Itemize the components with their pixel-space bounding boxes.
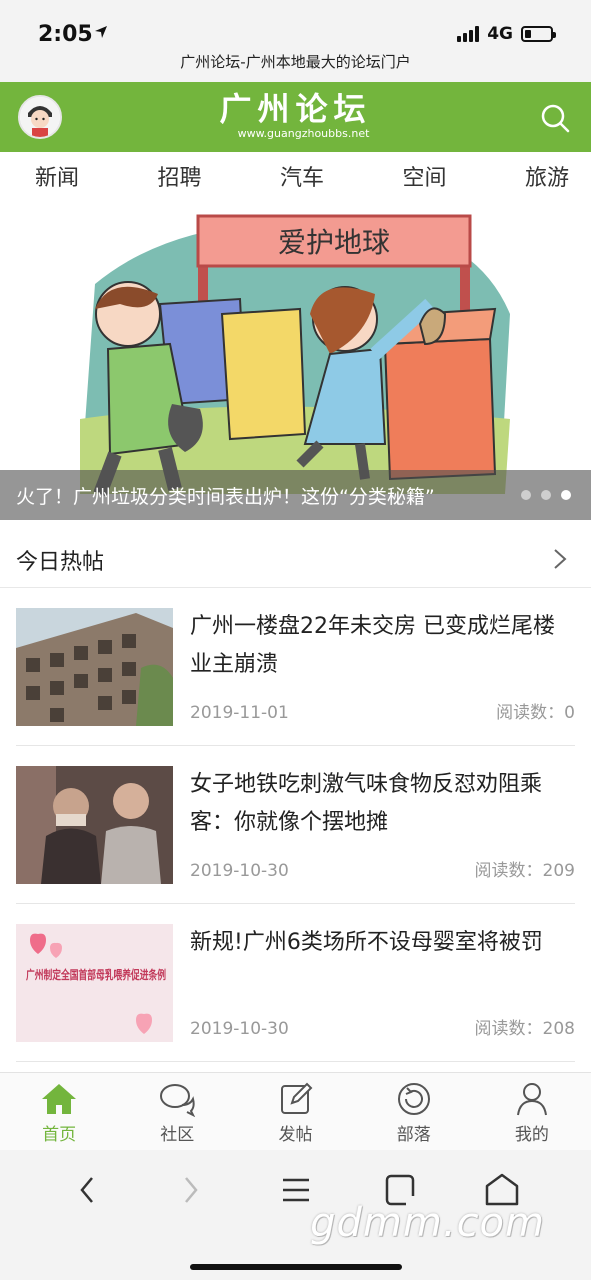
tabbar-home[interactable]: 首页 [0,1073,118,1150]
category-tabs: 新闻 招聘 汽车 空间 旅游 [0,152,591,200]
tab-cars[interactable]: 汽车 [280,160,324,192]
location-arrow-icon [95,26,107,38]
thumbnail-text: 广州制定全国首部母乳喂养促进条例 [26,967,166,982]
hot-posts-title: 今日热帖 [16,550,105,575]
tabbar-me[interactable]: 我的 [473,1073,591,1150]
site-logo: 广州论坛 www.guangzhoubbs.net [0,90,591,140]
tab-space[interactable]: 空间 [402,160,446,192]
post-item[interactable]: 广州制定全国首部母乳喂养促进条例 新规!广州6类场所不设母婴室将被罚 2019-… [16,904,575,1062]
tabbar-tribe[interactable]: 部落 [355,1073,473,1150]
tabbar-community[interactable]: 社区 [118,1073,236,1150]
post-date: 2019-10-30 [190,1019,289,1039]
carousel-dot[interactable] [521,490,531,500]
tab-travel[interactable]: 旅游 [525,160,569,192]
banner-caption: 火了！广州垃圾分类时间表出炉！这份“分类秘籍” [0,470,591,520]
signal-icon [457,26,480,42]
post-date: 2019-10-30 [190,861,289,881]
forward-icon[interactable] [170,1170,210,1210]
bottom-tab-bar: 首页 社区 发帖 部落 我的 [0,1072,591,1150]
tab-jobs[interactable]: 招聘 [157,160,201,192]
browser-page-title: 广州论坛-广州本地最大的论坛门户 [0,50,591,82]
banner-caption-text: 火了！广州垃圾分类时间表出炉！这份“分类秘籍” [16,486,435,508]
sign-text: 爱护地球 [278,226,390,259]
chat-icon [160,1084,196,1117]
post-read-count: 阅读数：208 [474,1019,575,1039]
carousel-dot-active[interactable] [561,490,571,500]
user-icon [516,1083,547,1116]
post-thumbnail: 广州制定全国首部母乳喂养促进条例 [16,924,173,1042]
chevron-right-icon[interactable] [553,548,567,570]
post-date: 2019-11-01 [190,703,289,723]
hot-posts-header[interactable]: 今日热帖 [0,530,591,588]
home-icon [42,1084,77,1114]
home-indicator [190,1264,402,1270]
search-icon[interactable] [539,102,571,134]
tabbar-label: 部落 [396,1125,431,1145]
tabbar-label: 发帖 [278,1125,313,1145]
refresh-circle-icon [397,1083,430,1115]
browser-toolbar: gdmm.com [0,1150,591,1280]
tabbar-post[interactable]: 发帖 [236,1073,354,1150]
carousel-dot[interactable] [541,490,551,500]
status-bar: 2:05 4G [0,0,591,50]
post-item[interactable]: 女子地铁吃刺激气味食物反怼劝阻乘客：你就像个摆地摊 2019-10-30 阅读数… [16,746,575,904]
logo-text: 广州论坛 [219,90,372,128]
post-read-count: 阅读数：209 [474,861,575,881]
app-header: 广州论坛 www.guangzhoubbs.net [0,82,591,152]
post-title: 广州一楼盘22年未交房 已变成烂尾楼 业主崩溃 [190,614,555,677]
post-thumbnail [16,766,173,884]
tabbar-label: 社区 [160,1125,195,1145]
banner-carousel[interactable]: 爱护地球 火了！广州垃圾分类时间表出炉！这份“分类秘籍” [0,204,591,520]
battery-icon [521,26,556,42]
status-indicators: 4G [457,24,556,44]
post-read-count: 阅读数：0 [496,703,575,723]
logo-url: www.guangzhoubbs.net [237,127,370,140]
post-item[interactable]: 广州一楼盘22年未交房 已变成烂尾楼 业主崩溃 2019-11-01 阅读数：0 [16,588,575,746]
tabbar-label: 首页 [42,1125,77,1145]
post-title: 女子地铁吃刺激气味食物反怼劝阻乘客：你就像个摆地摊 [190,772,543,835]
watermark: gdmm.com [310,1200,545,1246]
post-thumbnail [16,608,173,726]
edit-icon [280,1082,312,1114]
status-time: 2:05 [38,22,93,47]
network-type: 4G [487,24,513,44]
carousel-dots [521,490,571,500]
tabbar-label: 我的 [514,1125,549,1145]
tab-news[interactable]: 新闻 [35,160,79,192]
back-icon[interactable] [68,1170,108,1210]
post-title: 新规!广州6类场所不设母婴室将被罚 [190,930,543,955]
